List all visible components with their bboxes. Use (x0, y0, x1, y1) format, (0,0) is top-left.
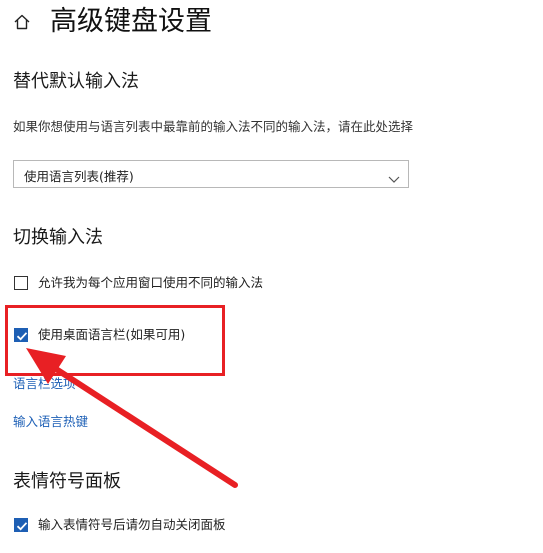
per-app-input-label: 允许我为每个应用窗口使用不同的输入法 (38, 275, 264, 290)
input-method-select[interactable]: 使用语言列表(推荐) (13, 160, 409, 188)
switch-input-section-title: 切换输入法 (13, 227, 103, 248)
emoji-auto-close-label: 输入表情符号后请勿自动关闭面板 (38, 517, 226, 532)
language-bar-options-link[interactable]: 语言栏选项 (13, 376, 76, 392)
select-value: 使用语言列表(推荐) (24, 169, 134, 184)
override-input-description: 如果你想使用与语言列表中最靠前的输入法不同的输入法，请在此处选择 (13, 119, 414, 134)
per-app-input-checkbox[interactable] (14, 276, 28, 290)
input-language-hotkeys-link[interactable]: 输入语言热键 (13, 414, 88, 430)
page-title: 高级键盘设置 (50, 6, 212, 37)
annotation-highlight-box (5, 305, 225, 376)
emoji-auto-close-checkbox[interactable] (14, 518, 28, 532)
home-icon[interactable] (12, 12, 32, 32)
emoji-panel-section-title: 表情符号面板 (13, 471, 121, 492)
override-input-section-title: 替代默认输入法 (13, 71, 139, 92)
chevron-down-icon (388, 169, 400, 183)
checkmark-icon (16, 522, 28, 531)
